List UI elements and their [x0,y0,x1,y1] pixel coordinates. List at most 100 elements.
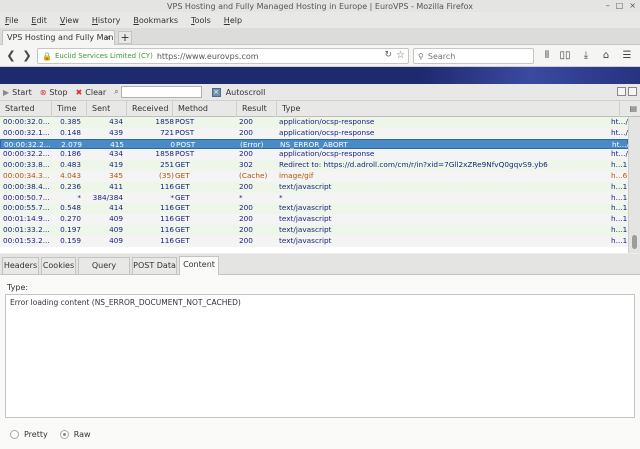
raw-radio-dot[interactable] [59,430,69,439]
tab-headers[interactable]: Headers [2,257,39,274]
browser-tab[interactable]: VPS Hosting and Fully Manag × [2,30,115,45]
close-panel-icon[interactable] [628,87,637,96]
cell-received: * [170,192,174,202]
raw-radio[interactable]: Raw [59,430,91,439]
cell-sent: 409 [109,225,123,234]
cell-type: application/ocsp-response [279,117,375,126]
cell-result: 200 [239,203,253,213]
menu-label-rest: dit [36,15,47,25]
lock-icon[interactable]: 🔒 [42,52,52,61]
tab-query-string[interactable]: Query String [78,257,130,286]
content-textarea[interactable]: Error loading content (NS_ERROR_DOCUMENT… [5,294,635,418]
minimize-icon[interactable]: – [606,1,610,11]
banner-glow [420,67,640,84]
column-picker-icon[interactable]: ▤ [629,104,637,113]
table-row[interactable]: 00:00:55.7... 0.548 414 116 GET 200 text/javas… [0,203,628,215]
column-header-time[interactable]: Time [52,101,87,117]
pretty-radio[interactable]: Pretty [10,430,48,439]
cell-time: 0.197 [60,225,81,234]
table-row[interactable]: 00:00:38.4... 0.236 411 116 GET 200 text/javas… [0,181,628,193]
cell-host: h...1 [611,181,628,191]
column-header-type[interactable]: Type [277,101,620,117]
autoscroll-toggle[interactable]: × Autoscroll [211,87,265,97]
tab-cookies[interactable]: Cookies [41,257,76,274]
table-row[interactable]: 00:00:50.7... * 384/384 * GET * * h...1 [0,192,628,204]
menu-edit[interactable]: Edit [31,16,47,25]
column-header-result[interactable]: Result [237,101,277,117]
menu-label-rest: istory [97,15,121,25]
cell-host: h...1 [611,225,628,234]
search-input[interactable] [427,51,523,61]
cell-sent: 434 [109,117,123,126]
cell-received: (35) [159,171,174,180]
table-row[interactable]: 00:00:32.2... 2.079 415 0 POST (Error) NS_ERRO… [0,138,628,150]
search-bar[interactable]: ⚲ [413,48,534,64]
reader-icon[interactable]: ▯▯ [558,48,572,63]
cell-type: text/javascript [279,225,332,234]
url-bar[interactable]: 🔒 Euclid Services Limited (CY) https://w… [37,48,409,64]
scrollbar-thumb[interactable] [632,235,637,249]
start-label: Start [12,87,32,97]
raw-label: Raw [73,430,91,439]
start-button[interactable]: ▶ Start [3,88,32,97]
table-row[interactable]: 00:01:14.9... 0.270 409 116 GET 200 text/javas… [0,214,628,225]
cell-method: GET [175,203,190,213]
filter-input[interactable] [120,86,202,98]
cell-received: 116 [160,225,174,234]
maximize-icon[interactable]: □ [616,1,624,11]
cell-result: 200 [239,117,253,126]
table-scrollbar[interactable] [628,117,640,253]
cell-time: 4.043 [60,171,81,180]
table-row[interactable]: 00:00:34.3... 4.043 345 (35) GET (Cache) image… [0,171,628,182]
menu-help[interactable]: Help [224,16,242,25]
column-header-sent[interactable]: Sent [87,101,127,117]
cell-started: 00:00:32.1... [3,127,50,137]
tab-content[interactable]: Content [179,256,219,275]
url-text[interactable]: https://www.eurovps.com [157,52,259,61]
cell-time: 0.385 [60,117,81,126]
stop-button[interactable]: ⊗ Stop [40,88,68,97]
clear-button[interactable]: ✖ Clear [76,88,107,97]
type-label: Type: [7,283,29,292]
table-row[interactable]: 00:00:32.0... 0.385 434 1858 POST 200 applicat… [0,117,628,128]
close-window-icon[interactable]: × [629,1,636,11]
menu-icon[interactable]: ☰ [620,48,634,63]
column-header-method[interactable]: Method [173,101,237,117]
cell-result: 200 [239,149,253,159]
column-header-started[interactable]: Started [0,101,52,117]
cell-started: 00:01:14.9... [3,214,50,224]
cell-received: 116 [160,203,174,213]
cell-type: text/javascript [279,181,332,191]
menu-label-rest: ookmarks [138,15,179,25]
table-row[interactable]: 00:00:32.2... 0.186 434 1858 POST 200 applicat… [0,149,628,161]
library-icon[interactable]: ⫴ [540,48,554,63]
table-row[interactable]: 00:00:33.8... 0.483 419 251 GET 302 Redirect t… [0,160,628,171]
cell-sent: 409 [109,235,123,245]
bookmark-star-icon[interactable]: ☆ [396,50,405,61]
cell-host: h...1 [611,203,628,213]
table-row[interactable]: 00:00:32.1... 0.148 439 721 POST 200 applicati… [0,127,628,139]
close-tab-icon[interactable]: × [104,33,111,42]
column-header-received[interactable]: Received [127,101,173,117]
menu-view[interactable]: View [60,16,79,25]
menu-bookmarks[interactable]: Bookmarks [133,16,178,25]
download-icon[interactable]: ⤓ [579,48,593,63]
new-tab-button[interactable]: + [118,31,132,44]
back-icon[interactable]: ❮ [4,48,18,63]
detach-icon[interactable] [617,87,626,96]
cell-type: text/javascript [279,235,332,245]
forward-icon[interactable]: ❯ [20,48,34,63]
table-row[interactable]: 00:01:53.2... 0.159 409 116 GET 200 text/javas… [0,235,628,247]
home-icon[interactable]: ⌂ [599,48,613,63]
menu-tools[interactable]: Tools [191,16,211,25]
table-row[interactable]: 00:01:33.2... 0.197 409 116 GET 200 text/javas… [0,225,628,236]
menu-history[interactable]: History [92,16,120,25]
pretty-radio-dot[interactable] [10,430,19,439]
play-icon: ▶ [3,87,10,97]
cell-result: 200 [239,225,253,234]
site-identity[interactable]: Euclid Services Limited (CY) [55,52,153,60]
reload-icon[interactable]: ↻ [384,50,392,60]
tab-post-data[interactable]: POST Data [132,257,177,274]
autoscroll-checkbox[interactable]: × [211,87,221,97]
menu-file[interactable]: File [5,16,18,25]
